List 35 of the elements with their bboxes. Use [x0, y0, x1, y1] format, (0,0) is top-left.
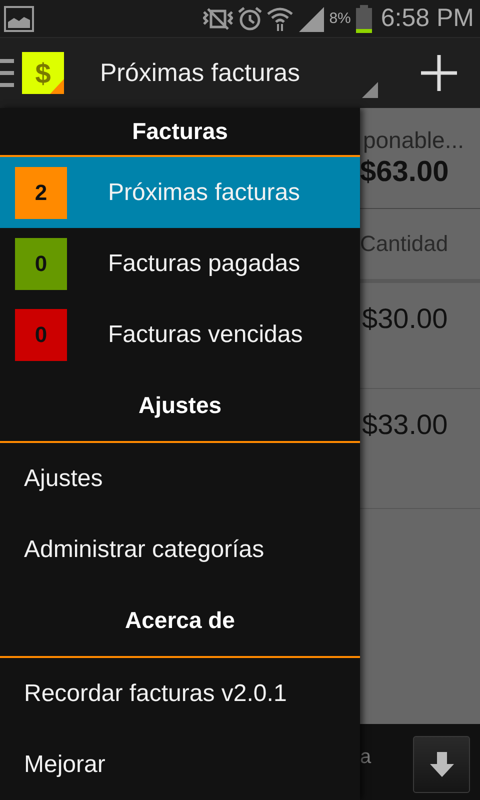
drawer-item-label: Facturas pagadas — [108, 250, 300, 278]
count-badge: 0 — [15, 308, 67, 360]
battery-percent: 8% — [329, 10, 351, 27]
drawer-item-label: Próximas facturas — [108, 178, 300, 206]
drawer-item[interactable]: 0 Facturas pagadas — [0, 228, 360, 299]
summary-text: ponable... — [362, 127, 464, 154]
count-badge: 0 — [15, 238, 67, 290]
column-header: Cantidad — [360, 231, 448, 257]
amount-text: $33.00 — [362, 409, 448, 440]
drawer-item[interactable]: Ajustes — [0, 443, 360, 514]
alarm-icon — [237, 6, 264, 32]
down-arrow-icon — [428, 752, 454, 778]
section-header: Acerca de — [124, 606, 236, 635]
add-icon[interactable] — [420, 54, 458, 92]
vibrate-off-icon — [203, 8, 234, 30]
drawer-item[interactable]: Administrar categorías — [0, 514, 360, 585]
screen-title[interactable]: Próximas facturas — [100, 58, 300, 88]
battery-icon — [354, 4, 373, 32]
section-header: Facturas — [131, 117, 229, 146]
count-badge: 2 — [15, 166, 67, 218]
footer-text: a — [360, 746, 372, 769]
drawer-item[interactable]: Mejorar — [0, 729, 360, 800]
amount-text: $30.00 — [362, 303, 448, 334]
total-amount: $63.00 — [360, 156, 450, 189]
picture-icon — [4, 6, 34, 32]
drawer-item[interactable]: Recordar facturas v2.0.1 — [0, 658, 360, 729]
clock: 6:58 PM — [380, 4, 474, 33]
download-button[interactable] — [413, 736, 470, 793]
drawer-item[interactable]: 2 Próximas facturas — [0, 157, 360, 228]
signal-icon — [297, 6, 326, 32]
wifi-icon — [267, 6, 294, 32]
section-header: Ajustes — [137, 391, 223, 420]
drawer-item-label: Facturas vencidas — [108, 320, 303, 348]
dropdown-icon — [362, 82, 378, 98]
drawer-item[interactable]: 0 Facturas vencidas — [0, 299, 360, 370]
